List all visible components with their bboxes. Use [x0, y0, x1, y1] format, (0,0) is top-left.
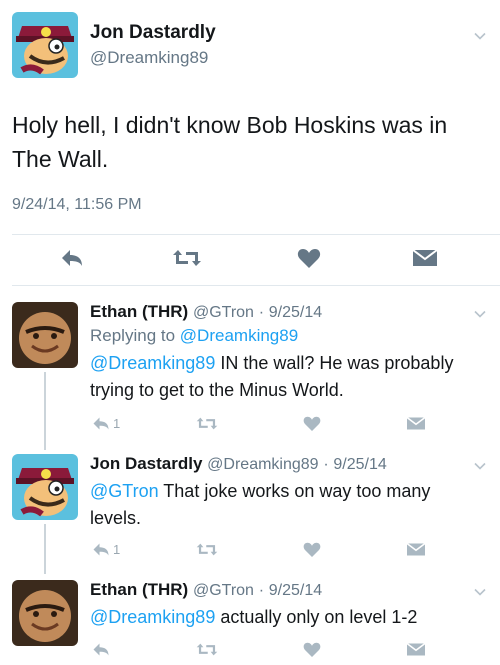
tweet-body: actually only on level 1-2 — [215, 607, 418, 627]
reply-tweet: Jon Dastardly @Dreamking89 · 9/25/14 @GT… — [0, 448, 500, 574]
tweet-text: Holy hell, I didn't know Bob Hoskins was… — [12, 112, 448, 172]
avatar[interactable] — [12, 302, 78, 368]
avatar[interactable] — [12, 12, 78, 78]
like-icon[interactable] — [303, 541, 321, 558]
replying-handle-link[interactable]: @Dreamking89 — [180, 326, 298, 345]
reply-header: Ethan (THR) @GTron · 9/25/14 — [90, 580, 322, 600]
chevron-down-icon[interactable] — [474, 308, 486, 320]
display-name[interactable]: Ethan (THR) — [90, 302, 188, 321]
tweet-text: @Dreamking89 actually only on level 1-2 — [90, 604, 480, 631]
avatar-image — [12, 454, 78, 520]
retweet-icon[interactable] — [172, 248, 202, 268]
thread-line — [44, 524, 46, 574]
replying-prefix: Replying to — [90, 326, 176, 345]
user-handle[interactable]: @Dreamking89 — [90, 48, 208, 68]
chevron-down-icon[interactable] — [474, 586, 486, 598]
main-tweet: Jon Dastardly @Dreamking89 Holy hell, I … — [0, 0, 500, 290]
reply-icon[interactable] — [92, 416, 110, 431]
divider — [12, 234, 500, 235]
retweet-icon[interactable] — [196, 416, 218, 431]
reply-header: Jon Dastardly @Dreamking89 · 9/25/14 — [90, 454, 387, 474]
like-icon[interactable] — [297, 247, 321, 269]
separator: · — [258, 304, 265, 321]
reply-tweet: Ethan (THR) @GTron · 9/25/14 @Dreamking8… — [0, 572, 500, 665]
user-handle[interactable]: @GTron — [193, 304, 254, 321]
reply-count: 1 — [113, 416, 121, 431]
separator: · — [323, 456, 329, 473]
avatar-image — [12, 302, 78, 368]
retweet-icon[interactable] — [196, 542, 218, 557]
message-icon[interactable] — [406, 642, 426, 657]
reply-tweet: Ethan (THR) @GTron · 9/25/14 Replying to… — [0, 290, 500, 450]
thread-line — [44, 372, 46, 450]
avatar-image — [12, 580, 78, 646]
separator: · — [258, 582, 265, 599]
like-icon[interactable] — [303, 641, 321, 658]
chevron-down-icon[interactable] — [474, 30, 486, 42]
user-handle[interactable]: @GTron — [193, 582, 254, 599]
replying-to: Replying to @Dreamking89 — [90, 326, 298, 346]
reply-icon[interactable] — [60, 248, 84, 268]
tweet-date[interactable]: 9/25/14 — [333, 456, 386, 473]
tweet-text: @GTron That joke works on way too many l… — [90, 478, 480, 532]
reply-icon[interactable] — [92, 642, 110, 657]
like-icon[interactable] — [303, 415, 321, 432]
mention-link[interactable]: @GTron — [90, 481, 159, 501]
message-icon[interactable] — [406, 542, 426, 557]
tweet-date[interactable]: 9/25/14 — [269, 582, 322, 599]
tweet-date[interactable]: 9/25/14 — [269, 304, 322, 321]
avatar-image — [12, 12, 78, 78]
chevron-down-icon[interactable] — [474, 460, 486, 472]
reply-header: Ethan (THR) @GTron · 9/25/14 — [90, 302, 322, 322]
divider — [12, 285, 500, 286]
display-name[interactable]: Ethan (THR) — [90, 580, 188, 599]
message-icon[interactable] — [406, 416, 426, 431]
mention-link[interactable]: @Dreamking89 — [90, 607, 215, 627]
avatar[interactable] — [12, 454, 78, 520]
tweet-timestamp[interactable]: 9/24/14, 11:56 PM — [12, 196, 142, 214]
avatar[interactable] — [12, 580, 78, 646]
user-handle[interactable]: @Dreamking89 — [207, 456, 318, 473]
mention-link[interactable]: @Dreamking89 — [90, 353, 215, 373]
reply-icon[interactable] — [92, 542, 110, 557]
display-name[interactable]: Jon Dastardly — [90, 454, 202, 473]
tweet-text: @Dreamking89 IN the wall? He was probabl… — [90, 350, 480, 404]
display-name[interactable]: Jon Dastardly — [90, 22, 216, 44]
retweet-icon[interactable] — [196, 642, 218, 657]
reply-count: 1 — [113, 542, 121, 557]
message-icon[interactable] — [412, 248, 438, 268]
